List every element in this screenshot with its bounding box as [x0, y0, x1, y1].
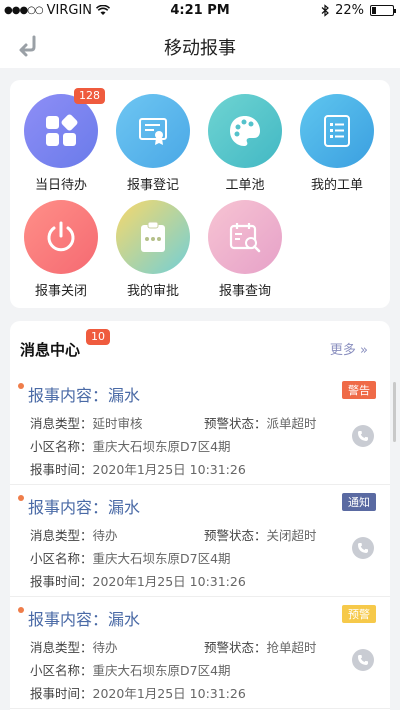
clipboard-icon — [141, 221, 165, 252]
nav-bar: 移动报事 — [0, 22, 400, 68]
time-label: 报事时间： — [30, 574, 93, 589]
unread-dot — [18, 383, 24, 389]
message-center-header: 消息中心 10 更多 » — [10, 321, 390, 369]
warn-value: 派单超时 — [266, 416, 317, 431]
area-value: 重庆大石坝东原D7区4期 — [92, 663, 231, 678]
time-label: 报事时间： — [30, 686, 93, 701]
grid-item-label: 当日待办 — [34, 178, 87, 193]
calendar-search-icon — [229, 223, 261, 253]
warn-label: 预警状态： — [204, 416, 267, 431]
grid-item-report-query[interactable]: 报事查询 — [200, 200, 290, 299]
grid-item-report-close[interactable]: 报事关闭 — [16, 200, 106, 299]
message-item[interactable]: 报事内容：漏水 警告 消息类型：延时审核 预警状态：派单超时 小区名称：重庆大石… — [10, 373, 390, 485]
grid-item-my-orders[interactable]: 我的工单 — [292, 94, 382, 193]
message-headline: 报事内容：漏水 — [28, 498, 141, 517]
area-value: 重庆大石坝东原D7区4期 — [92, 551, 231, 566]
scrollbar[interactable] — [393, 382, 396, 442]
warn-label: 预警状态： — [204, 528, 267, 543]
warn-value: 关闭超时 — [266, 528, 317, 543]
grid-4-circle — [24, 200, 98, 274]
grid-6-circle — [208, 200, 282, 274]
phone-call-icon[interactable] — [352, 425, 374, 447]
area-label: 小区名称： — [30, 663, 93, 678]
phone-call-icon[interactable] — [352, 649, 374, 671]
function-grid: 128 当日待办 报事登记 工单池 我的工单 报事关闭 我的审批 报事查询 — [10, 80, 390, 308]
area-value: 重庆大石坝东原D7区4期 — [92, 439, 231, 454]
battery-percent: 22% — [335, 3, 364, 18]
unread-dot — [18, 607, 24, 613]
area-label: 小区名称： — [30, 551, 93, 566]
message-item[interactable]: 报事内容：漏水 预警 消息类型：待办 预警状态：抢单超时 小区名称：重庆大石坝东… — [10, 597, 390, 709]
warn-value: 抢单超时 — [266, 640, 317, 655]
message-tag: 预警 — [342, 605, 376, 623]
type-value: 待办 — [92, 640, 118, 655]
time-value: 2020年1月25日 10:31:26 — [92, 462, 246, 477]
grid-item-label: 我的工单 — [310, 178, 363, 193]
time-value: 2020年1月25日 10:31:26 — [92, 686, 246, 701]
power-icon — [47, 221, 75, 252]
type-value: 延时审核 — [92, 416, 143, 431]
warn-label: 预警状态： — [204, 640, 267, 655]
grid-1-circle — [116, 94, 190, 168]
grid-0-circle — [24, 94, 98, 168]
area-label: 小区名称： — [30, 439, 93, 454]
grid-item-label: 报事查询 — [218, 284, 271, 299]
tiles-icon — [46, 114, 78, 146]
message-headline: 报事内容：漏水 — [28, 610, 141, 629]
grid-3-circle — [300, 94, 374, 168]
battery-icon — [370, 5, 396, 16]
more-link[interactable]: 更多 » — [330, 339, 368, 358]
message-tag: 通知 — [342, 493, 376, 511]
message-count-badge: 10 — [86, 329, 110, 345]
message-headline: 报事内容：漏水 — [28, 386, 141, 405]
grid-5-circle — [116, 200, 190, 274]
palette-icon — [230, 116, 260, 146]
bluetooth-icon — [321, 4, 330, 17]
time-label: 报事时间： — [30, 462, 93, 477]
time-value: 2020年1月25日 10:31:26 — [92, 574, 246, 589]
type-label: 消息类型： — [30, 640, 93, 655]
message-tag: 警告 — [342, 381, 376, 399]
grid-item-label: 工单池 — [225, 178, 265, 193]
grid-item-label: 报事登记 — [126, 178, 179, 193]
grid-item-my-approvals[interactable]: 我的审批 — [108, 200, 198, 299]
grid-item-label: 报事关闭 — [34, 284, 87, 299]
grid-item-today-todo[interactable]: 128 当日待办 — [16, 88, 106, 193]
grid-item-report-register[interactable]: 报事登记 — [108, 94, 198, 193]
type-value: 待办 — [92, 528, 118, 543]
list-document-icon — [324, 115, 350, 147]
unread-dot — [18, 495, 24, 501]
message-center: 消息中心 10 更多 » 报事内容：漏水 警告 消息类型：延时审核 预警状态：派… — [10, 321, 390, 710]
certificate-icon — [139, 118, 167, 145]
message-item[interactable]: 报事内容：漏水 通知 消息类型：待办 预警状态：关闭超时 小区名称：重庆大石坝东… — [10, 485, 390, 597]
type-label: 消息类型： — [30, 416, 93, 431]
status-bar: ●●●○○ VIRGIN 4:21 PM 22% — [0, 0, 400, 22]
grid-2-circle — [208, 94, 282, 168]
todo-count-badge: 128 — [74, 88, 105, 104]
page-title: 移动报事 — [164, 38, 236, 59]
type-label: 消息类型： — [30, 528, 93, 543]
message-center-title: 消息中心 — [20, 341, 81, 359]
phone-call-icon[interactable] — [352, 537, 374, 559]
grid-item-order-pool[interactable]: 工单池 — [200, 94, 290, 193]
grid-item-label: 我的审批 — [126, 284, 179, 299]
